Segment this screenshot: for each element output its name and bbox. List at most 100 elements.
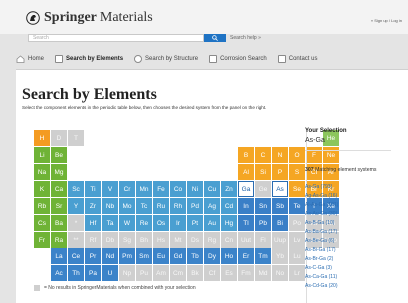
element-Si[interactable]: Si — [255, 164, 271, 180]
element-Te[interactable]: Te — [289, 198, 305, 214]
element-Mg[interactable]: Mg — [51, 164, 67, 180]
element-Bi[interactable]: Bi — [272, 215, 288, 231]
element-Cd[interactable]: Cd — [221, 198, 237, 214]
element-Rg[interactable]: Rg — [204, 232, 220, 248]
element-V[interactable]: V — [102, 181, 118, 197]
element-P[interactable]: P — [272, 164, 288, 180]
element-Pb[interactable]: Pb — [255, 215, 271, 231]
nav-search-by-elements[interactable]: Search by Elements — [55, 55, 123, 63]
element-Pd[interactable]: Pd — [187, 198, 203, 214]
element-Fe[interactable]: Fe — [153, 181, 169, 197]
element-Sm[interactable]: Sm — [136, 248, 152, 264]
search-input[interactable]: Search — [28, 34, 204, 42]
element-Pu[interactable]: Pu — [136, 265, 152, 281]
system-link[interactable]: As-Br-Ga (2) — [305, 256, 338, 265]
element-Y[interactable]: Y — [68, 198, 84, 214]
element-Ir[interactable]: Ir — [170, 215, 186, 231]
element-Os[interactable]: Os — [153, 215, 169, 231]
element-placeholderplaceholder[interactable]: ** — [68, 232, 84, 248]
element-Ds[interactable]: Ds — [187, 232, 203, 248]
element-S[interactable]: S — [289, 164, 305, 180]
element-D[interactable]: D — [51, 130, 67, 146]
element-Eu[interactable]: Eu — [153, 248, 169, 264]
element-Np[interactable]: Np — [119, 265, 135, 281]
system-link[interactable]: As-Ba-Ga (17) — [305, 229, 338, 238]
system-link[interactable]: As-C-Ga (3) — [305, 265, 338, 274]
signin-link[interactable]: » Sign up / Log in — [371, 18, 402, 23]
element-Au[interactable]: Au — [204, 215, 220, 231]
element-Sc[interactable]: Sc — [68, 181, 84, 197]
element-Ce[interactable]: Ce — [68, 248, 84, 264]
element-Rf[interactable]: Rf — [85, 232, 101, 248]
element-T[interactable]: T — [68, 130, 84, 146]
nav-contact-us[interactable]: Contact us — [277, 55, 317, 63]
system-link[interactable]: As-Cd-Ga (20) — [305, 283, 338, 292]
nav-home[interactable]: Home — [16, 55, 44, 63]
element-Tl[interactable]: Tl — [238, 215, 254, 231]
element-C[interactable]: C — [255, 147, 271, 163]
element-Ru[interactable]: Ru — [153, 198, 169, 214]
element-Sr[interactable]: Sr — [51, 198, 67, 214]
element-Hs[interactable]: Hs — [153, 232, 169, 248]
element-Ga[interactable]: Ga — [238, 181, 254, 197]
element-Ra[interactable]: Ra — [51, 232, 67, 248]
element-No[interactable]: No — [272, 265, 288, 281]
element-Th[interactable]: Th — [68, 265, 84, 281]
element-K[interactable]: K — [34, 181, 50, 197]
element-Cs[interactable]: Cs — [34, 215, 50, 231]
nav-search-by-structure[interactable]: Search by Structure — [134, 55, 198, 63]
element-Es[interactable]: Es — [221, 265, 237, 281]
element-Sn[interactable]: Sn — [255, 198, 271, 214]
element-Yb[interactable]: Yb — [272, 248, 288, 264]
element-Uup[interactable]: Uup — [272, 232, 288, 248]
element-Ho[interactable]: Ho — [221, 248, 237, 264]
element-Ti[interactable]: Ti — [85, 181, 101, 197]
element-Al[interactable]: Al — [238, 164, 254, 180]
element-Fl[interactable]: Fl — [255, 232, 271, 248]
element-Nb[interactable]: Nb — [102, 198, 118, 214]
element-Sg[interactable]: Sg — [119, 232, 135, 248]
element-Bh[interactable]: Bh — [136, 232, 152, 248]
element-Pt[interactable]: Pt — [187, 215, 203, 231]
springer-logo[interactable]: Springer Materials — [26, 10, 153, 26]
element-Lv[interactable]: Lv — [289, 232, 305, 248]
element-Uut[interactable]: Uut — [238, 232, 254, 248]
system-link[interactable]: As-Ga (793) — [305, 184, 338, 193]
element-Hg[interactable]: Hg — [221, 215, 237, 231]
element-O[interactable]: O — [289, 147, 305, 163]
element-Ac[interactable]: Ac — [51, 265, 67, 281]
element-Sb[interactable]: Sb — [272, 198, 288, 214]
search-help-link[interactable]: Search help » — [230, 35, 261, 41]
element-U[interactable]: U — [102, 265, 118, 281]
element-Pm[interactable]: Pm — [119, 248, 135, 264]
element-Ge[interactable]: Ge — [255, 181, 271, 197]
element-B[interactable]: B — [238, 147, 254, 163]
element-Ta[interactable]: Ta — [102, 215, 118, 231]
element-In[interactable]: In — [238, 198, 254, 214]
search-button[interactable] — [204, 34, 226, 42]
system-link[interactable]: As-Bi-Ga (17) — [305, 247, 338, 256]
element-Tb[interactable]: Tb — [187, 248, 203, 264]
element-Am[interactable]: Am — [153, 265, 169, 281]
element-Tm[interactable]: Tm — [255, 248, 271, 264]
element-Fm[interactable]: Fm — [238, 265, 254, 281]
element-Cr[interactable]: Cr — [119, 181, 135, 197]
element-Ag[interactable]: Ag — [204, 198, 220, 214]
system-link[interactable]: Al-As-Ga (101) — [305, 202, 338, 211]
element-Tc[interactable]: Tc — [136, 198, 152, 214]
element-Hf[interactable]: Hf — [85, 215, 101, 231]
element-Rb[interactable]: Rb — [34, 198, 50, 214]
element-Cm[interactable]: Cm — [170, 265, 186, 281]
element-Dy[interactable]: Dy — [204, 248, 220, 264]
element-Cf[interactable]: Cf — [204, 265, 220, 281]
element-Ni[interactable]: Ni — [187, 181, 203, 197]
element-Bk[interactable]: Bk — [187, 265, 203, 281]
element-N[interactable]: N — [272, 147, 288, 163]
element-Cn[interactable]: Cn — [221, 232, 237, 248]
element-Co[interactable]: Co — [170, 181, 186, 197]
element-Na[interactable]: Na — [34, 164, 50, 180]
element-Zn[interactable]: Zn — [221, 181, 237, 197]
element-Pa[interactable]: Pa — [85, 265, 101, 281]
element-W[interactable]: W — [119, 215, 135, 231]
element-Er[interactable]: Er — [238, 248, 254, 264]
